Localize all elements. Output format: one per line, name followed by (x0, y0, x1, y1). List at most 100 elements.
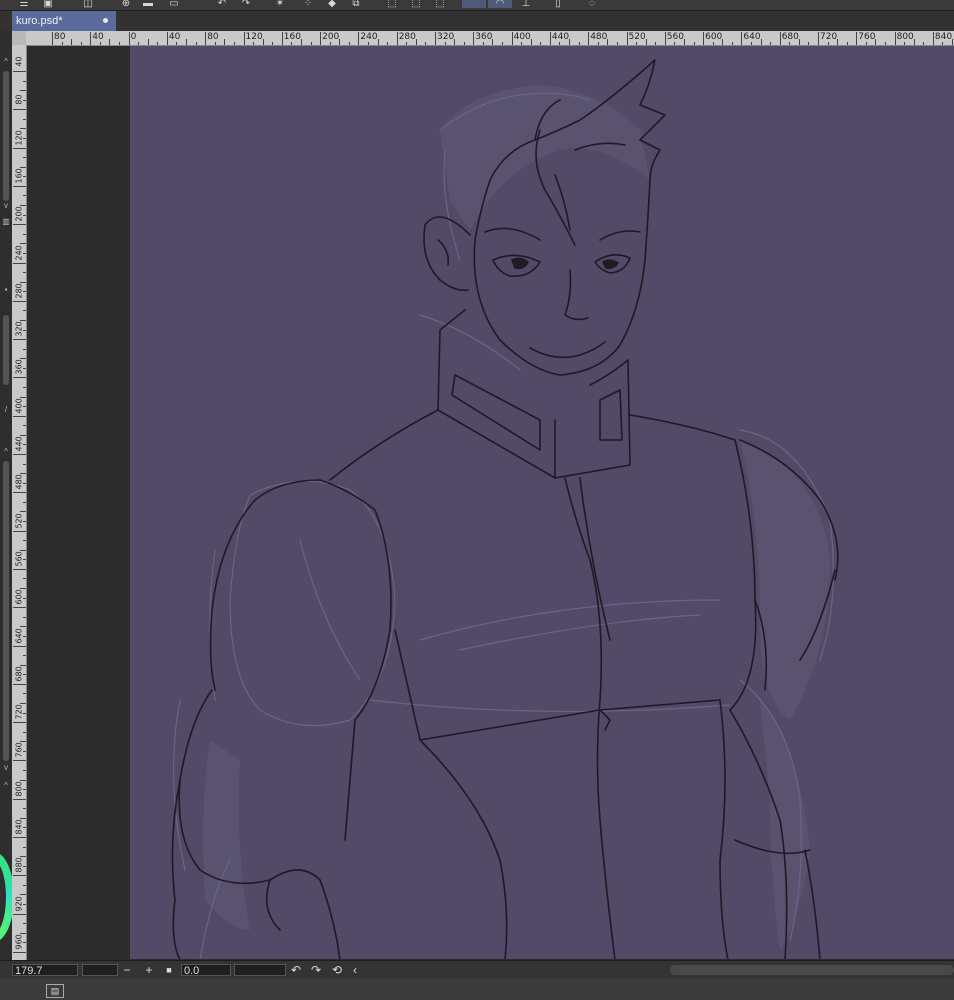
horizontal-scrollbar[interactable] (670, 965, 954, 975)
vertical-ruler: 40 80 120 160 200 240 280 320 360 400 440 480 520 560… (12, 45, 27, 960)
selection-icon[interactable]: ⬚ (384, 0, 400, 8)
ruler-tick (90, 32, 92, 45)
scroll-down-icon-2[interactable]: v (1, 763, 11, 773)
undo-icon[interactable]: ↶ (214, 0, 230, 8)
ruler-minor-tick (23, 386, 26, 388)
left-scrollbar-3[interactable] (3, 461, 9, 761)
rotation-slider[interactable] (234, 964, 286, 976)
unsaved-dot-icon[interactable] (103, 18, 108, 23)
ruler-label: 240 (14, 244, 24, 260)
lasso-icon-2[interactable]: ◠ (488, 0, 512, 8)
drawing-canvas[interactable] (130, 46, 954, 959)
ruler-minor-tick (20, 90, 26, 92)
selection-icon-2[interactable]: ⬚ (408, 0, 424, 8)
ruler-label: 800 (896, 32, 914, 42)
tab-bar (0, 11, 954, 31)
selection-icon-3[interactable]: ⬚ (432, 0, 448, 8)
ruler-minor-tick (923, 42, 925, 45)
ruler-tick (13, 262, 26, 264)
sparkle-icon[interactable]: ✶ (272, 0, 288, 8)
ruler-label: 960 (14, 934, 24, 950)
ruler-minor-tick (578, 42, 580, 45)
ruler-minor-tick (23, 118, 26, 120)
reset-rotation-button[interactable]: ⟲ (330, 963, 344, 977)
scroll-up-icon[interactable]: ^ (1, 57, 11, 67)
speech-icon[interactable]: ◌ (584, 0, 600, 8)
ruler-tick (13, 377, 26, 379)
ruler-tick (13, 224, 26, 226)
ruler-tick (13, 415, 26, 417)
rotate-right-button[interactable]: ↷ (309, 963, 323, 977)
ruler-label: 320 (14, 321, 24, 337)
ruler-tick (128, 32, 130, 45)
scroll-down-icon[interactable]: v (1, 201, 11, 211)
small-square-icon[interactable]: ▪ (1, 285, 11, 295)
folder-icon[interactable]: ▬ (140, 0, 156, 8)
ruler-minor-tick (482, 42, 484, 45)
ruler-minor-tick (885, 42, 887, 45)
ruler-minor-tick (415, 39, 417, 45)
ruler-minor-tick (23, 463, 26, 465)
ruler-minor-tick (645, 39, 647, 45)
document-tab[interactable]: kuro.psd* (12, 11, 116, 31)
ruler-minor-tick (23, 80, 26, 82)
trash-icon[interactable]: ▥ (1, 217, 11, 227)
ruler-minor-tick (463, 42, 465, 45)
ruler-minor-tick (339, 39, 341, 45)
ruler-label: 560 (666, 32, 684, 42)
ruler-label: 200 (322, 32, 340, 42)
zoom-out-button[interactable]: − (120, 963, 134, 977)
brush-icon[interactable]: / (1, 405, 11, 415)
fill-icon[interactable]: ◆ (324, 0, 340, 8)
ruler-label: 120 (14, 129, 24, 146)
dots-icon[interactable]: ⁘ (300, 0, 316, 8)
ruler-minor-tick (875, 39, 877, 45)
menu-icon[interactable]: ☰ (16, 0, 32, 8)
left-scrollbar[interactable] (3, 71, 9, 201)
ruler-minor-tick (789, 42, 791, 45)
ruler-label: 720 (820, 32, 838, 42)
ruler-tick (13, 722, 26, 724)
lasso-icon[interactable]: ⌒ (462, 0, 486, 8)
ruler-minor-tick (377, 39, 379, 45)
window-icon[interactable]: ▭ (164, 0, 184, 8)
layer-panel-icon[interactable]: ▤ (46, 984, 64, 998)
ruler-minor-tick (23, 540, 26, 542)
ruler-icon[interactable]: ⊥ (518, 0, 534, 8)
phone-icon[interactable]: ▯ (550, 0, 566, 8)
ruler-label: 840 (14, 819, 24, 835)
ruler-tick (664, 32, 666, 45)
scroll-up-icon-2[interactable]: ^ (1, 447, 11, 457)
ruler-minor-tick (23, 616, 26, 618)
scroll-left-button[interactable]: ‹ (348, 963, 362, 977)
redo-icon[interactable]: ↷ (238, 0, 254, 8)
zoom-slider[interactable] (82, 964, 118, 976)
ruler-minor-tick (272, 42, 274, 45)
scroll-up-icon-3[interactable]: ^ (1, 781, 11, 791)
rotate-left-button[interactable]: ↶ (289, 963, 303, 977)
ruler-tick (13, 530, 26, 532)
transform-icon[interactable]: ⧉ (348, 0, 364, 8)
ruler-label: 600 (705, 32, 723, 42)
save-icon[interactable]: ▣ (40, 0, 56, 8)
ruler-label: 760 (14, 742, 24, 758)
ruler-minor-tick (540, 42, 542, 45)
fit-screen-button[interactable]: ■ (162, 963, 176, 977)
ruler-minor-tick (731, 42, 733, 45)
left-panel-strip: ^ v ▥ ▪ / ^ v ^ (0, 31, 12, 960)
ruler-tick (511, 32, 513, 45)
add-layer-icon[interactable]: ⊕ (118, 0, 134, 8)
ruler-minor-tick (837, 39, 839, 45)
ruler-minor-tick (291, 42, 293, 45)
zoom-field[interactable]: 179.7 (12, 964, 78, 977)
ruler-label: 720 (14, 704, 24, 720)
status-bar: 179.7 − + ■ 0.0 ↶ ↷ ⟲ ‹ (0, 960, 954, 979)
rotation-field[interactable]: 0.0 (181, 964, 231, 977)
left-scrollbar-2[interactable] (3, 315, 9, 385)
ruler-minor-tick (23, 731, 26, 733)
ruler-minor-tick (20, 664, 26, 666)
bottom-panel-bar (0, 979, 954, 1000)
zoom-in-button[interactable]: + (142, 963, 156, 977)
camera-icon[interactable]: ◫ (80, 0, 96, 8)
ruler-label: 880 (14, 857, 24, 873)
